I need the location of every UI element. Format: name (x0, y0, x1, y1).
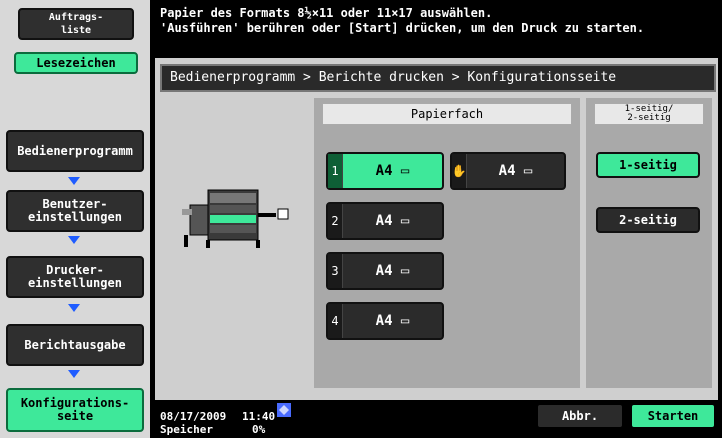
paper-tray-group (314, 98, 580, 388)
status-time: 11:40 (242, 410, 276, 423)
tray-number: 4 (328, 304, 343, 338)
memory-label: Speicher (160, 423, 213, 436)
step-benutzereinstellungen-button[interactable]: Benutzer- einstellungen (6, 190, 144, 232)
cancel-button[interactable]: Abbr. (536, 403, 624, 429)
tray-number: 3 (328, 254, 343, 288)
step-arrow-icon (68, 236, 80, 244)
tray-label: A4 ▭ (375, 213, 410, 229)
breadcrumb: Bedienerprogramm > Berichte drucken > Ko… (160, 64, 716, 92)
step-arrow-icon (68, 304, 80, 312)
tray-2-button[interactable]: 2 A4 ▭ (326, 202, 444, 240)
start-button[interactable]: Starten (630, 403, 716, 429)
step-arrow-icon (68, 370, 80, 378)
network-status-icon (277, 403, 291, 417)
printer-illustration-icon (182, 189, 289, 248)
bookmarks-button[interactable]: Lesezeichen (14, 52, 138, 74)
step-druckereinstellungen-button[interactable]: Drucker- einstellungen (6, 256, 144, 298)
message-line-1: Papier des Formats 8½×11 oder 11×17 ausw… (160, 6, 493, 20)
status-date: 08/17/2009 (160, 410, 227, 423)
step-bedienerprogramm-button[interactable]: Bedienerprogramm (6, 130, 144, 172)
step-arrow-icon (68, 177, 80, 185)
paper-tray-header: Papierfach (322, 103, 572, 125)
tray-label: A4 ▭ (498, 163, 533, 179)
tray-3-button[interactable]: 3 A4 ▭ (326, 252, 444, 290)
tray-1-button[interactable]: 1 A4 ▭ (326, 152, 444, 190)
message-line-2: 'Ausführen' berühren oder [Start] drücke… (160, 21, 645, 35)
memory-value: 0% (252, 423, 266, 436)
tray-number: 1 (328, 154, 343, 188)
hand-icon: ✋ (452, 154, 467, 188)
job-list-button[interactable]: Auftrags- liste (18, 8, 134, 40)
sides-header: 1-seitig/ 2-seitig (594, 103, 704, 125)
two-sided-button[interactable]: 2-seitig (596, 207, 700, 233)
tray-label: A4 ▭ (375, 263, 410, 279)
tray-number: 2 (328, 204, 343, 238)
sides-group (586, 98, 712, 388)
step-konfigurationsseite-button[interactable]: Konfigurations- seite (6, 388, 144, 432)
one-sided-button[interactable]: 1-seitig (596, 152, 700, 178)
tray-4-button[interactable]: 4 A4 ▭ (326, 302, 444, 340)
tray-label: A4 ▭ (375, 313, 410, 329)
tray-label: A4 ▭ (375, 163, 410, 179)
step-berichtausgabe-button[interactable]: Berichtausgabe (6, 324, 144, 366)
tray-bypass-button[interactable]: ✋ A4 ▭ (450, 152, 566, 190)
message-bar: Papier des Formats 8½×11 oder 11×17 ausw… (150, 0, 722, 52)
